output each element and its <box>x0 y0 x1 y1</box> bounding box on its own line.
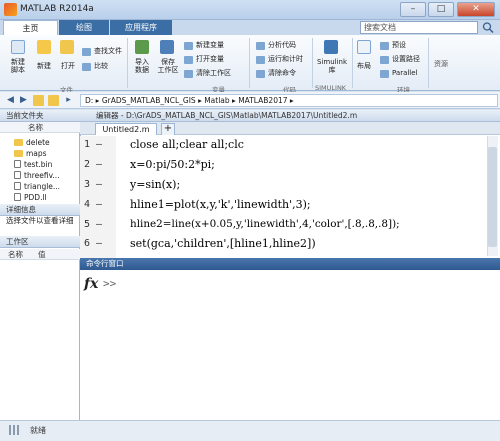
line-number: 2 — <box>84 159 103 170</box>
simulink-icon <box>324 40 338 54</box>
divider <box>249 38 250 88</box>
list-item[interactable]: maps <box>14 149 47 159</box>
details-text: 选择文件以查看详细 <box>6 216 74 225</box>
close-button[interactable]: ✕ <box>457 2 495 17</box>
editor-title: 编辑器 - D:\GrADS_MATLAB_NCL_GIS\Matlab\MAT… <box>80 110 500 122</box>
run-and-time-button[interactable]: 运行和计时 <box>256 55 303 64</box>
search-icon[interactable] <box>481 21 495 34</box>
workspace-column-value[interactable]: 值 <box>38 249 46 260</box>
list-item[interactable]: PDD.ll <box>14 193 47 203</box>
clear-commands-button[interactable]: 清除命令 <box>256 69 296 78</box>
parallel-button[interactable]: Parallel <box>380 69 418 78</box>
command-window[interactable] <box>80 270 500 420</box>
new-script-button[interactable]: 新建 脚本 <box>4 58 32 74</box>
fx-icon[interactable]: fx <box>84 276 98 292</box>
list-item[interactable]: threefiv... <box>14 171 60 181</box>
code-line[interactable]: hline2=line(x+0.05,y,'linewidth',4,'colo… <box>130 218 400 230</box>
folder-icon[interactable] <box>33 95 44 106</box>
list-item[interactable]: test.bin <box>14 160 52 170</box>
current-path-field[interactable]: D: ▸ GrADS_MATLAB_NCL_GIS ▸ Matlab ▸ MAT… <box>80 94 498 107</box>
line-number: 1 — <box>84 139 103 150</box>
divider <box>428 38 429 88</box>
grip-icon <box>8 424 22 436</box>
up-folder-icon[interactable] <box>48 95 59 106</box>
code-line[interactable]: close all;clear all;clc <box>130 138 244 151</box>
tab-plots[interactable]: 绘图 <box>59 20 109 35</box>
resources-button[interactable]: 资源 <box>430 60 452 68</box>
matlab-logo-icon <box>4 3 17 16</box>
divider <box>312 38 313 88</box>
layout-button[interactable]: 布局 <box>352 62 376 70</box>
code-line[interactable]: x=0:pi/50:2*pi; <box>130 158 215 171</box>
forward-arrow-icon[interactable]: ▶ <box>18 95 29 106</box>
tab-apps[interactable]: 应用程序 <box>110 20 172 35</box>
file-icon <box>14 193 21 201</box>
back-arrow-icon[interactable]: ◀ <box>5 95 16 106</box>
workspace-header: 工作区 <box>0 236 80 248</box>
line-number: 3 — <box>84 179 103 190</box>
compare-button[interactable]: 比较 <box>82 62 108 71</box>
import-data-icon <box>135 40 149 54</box>
window-title: MATLAB R2014a <box>20 4 94 14</box>
file-icon <box>14 171 21 179</box>
list-item[interactable]: triangle... <box>14 182 60 192</box>
analyze-code-button[interactable]: 分析代码 <box>256 41 296 50</box>
save-workspace-icon <box>160 40 174 54</box>
code-line[interactable]: set(gca,'children',[hline1,hline2]) <box>130 237 316 250</box>
search-input[interactable]: 搜索文档 <box>360 21 478 34</box>
import-data-button[interactable]: 导入 数据 <box>129 58 155 74</box>
set-path-button[interactable]: 设置路径 <box>380 55 420 64</box>
code-line[interactable]: y=sin(x); <box>130 178 180 191</box>
line-number: 4 — <box>84 199 103 210</box>
line-number: 5 — <box>84 219 103 230</box>
maximize-button[interactable]: □ <box>428 2 454 17</box>
new-button[interactable]: 新建 <box>32 62 56 70</box>
save-workspace-button[interactable]: 保存 工作区 <box>155 58 181 74</box>
layout-icon <box>357 40 371 54</box>
simulink-library-button[interactable]: Simulink 库 <box>314 58 350 74</box>
tab-home[interactable]: 主页 <box>3 20 58 35</box>
find-files-button[interactable]: 查找文件 <box>82 47 122 56</box>
current-folder-column-name[interactable]: 名称 <box>0 122 80 133</box>
command-window-header: 命令行窗口 <box>80 258 500 270</box>
editor-scrollbar-thumb[interactable] <box>488 147 497 247</box>
new-variable-button[interactable]: 新建变量 <box>184 41 224 50</box>
new-script-icon <box>11 40 25 54</box>
preferences-button[interactable]: 预设 <box>380 41 406 50</box>
file-icon <box>14 182 21 190</box>
status-bar <box>0 420 500 441</box>
new-icon <box>37 40 51 54</box>
code-line[interactable]: hline1=plot(x,y,'k','linewidth',3); <box>130 198 311 211</box>
current-folder-header: 当前文件夹 <box>0 110 80 122</box>
open-variable-button[interactable]: 打开变量 <box>184 55 224 64</box>
group-label-simulink: SIMULINK <box>315 84 347 92</box>
divider <box>127 38 128 88</box>
command-prompt[interactable]: >> <box>103 277 116 290</box>
line-number: 6 — <box>84 238 103 249</box>
clear-workspace-button[interactable]: 清除工作区 <box>184 69 231 78</box>
open-button[interactable]: 打开 <box>56 62 80 70</box>
open-folder-icon <box>60 40 74 54</box>
status-text: 就绪 <box>30 426 46 435</box>
new-tab-button[interactable]: + <box>161 123 175 135</box>
editor-tab[interactable]: Untitled2.m <box>95 123 157 135</box>
minimize-button[interactable]: – <box>400 2 426 17</box>
folder-icon <box>14 150 23 157</box>
folder-icon <box>14 139 23 146</box>
details-header: 详细信息 <box>0 204 80 216</box>
list-item[interactable]: delete <box>14 138 50 148</box>
file-icon <box>14 160 21 168</box>
browse-icon[interactable]: ▸ <box>63 95 74 106</box>
